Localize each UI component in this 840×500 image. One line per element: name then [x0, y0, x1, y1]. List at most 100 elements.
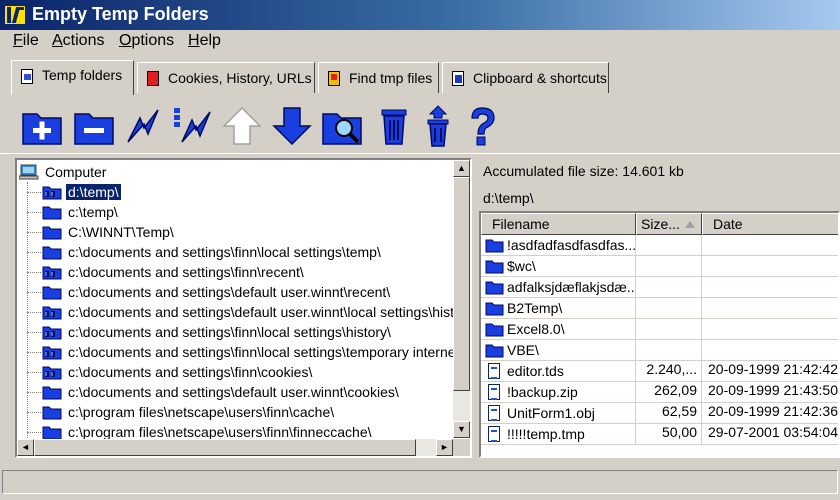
column-header-size[interactable]: Size... [636, 213, 702, 235]
file-list-row[interactable]: VBE\ [481, 340, 838, 361]
tree-item[interactable]: c:\documents and settings\default user.w… [17, 382, 455, 402]
scroll-left-button[interactable]: ◄ [17, 439, 34, 456]
tree-item[interactable]: c:\documents and settings\finn\cookies\ [17, 362, 455, 382]
file-list-row[interactable]: Excel8.0\ [481, 319, 838, 340]
folder-icon [485, 323, 504, 337]
accumulated-size-label: Accumulated file size: 14.601 kb [483, 163, 684, 179]
search-folder-icon[interactable] [320, 104, 364, 148]
help-icon[interactable] [460, 104, 504, 148]
tree-item[interactable]: c:\documents and settings\finn\local set… [17, 342, 455, 362]
column-header-filename[interactable]: Filename [481, 213, 636, 235]
tree-item[interactable]: c:\documents and settings\default user.w… [17, 302, 455, 322]
folder-trash-icon [42, 185, 62, 200]
file-list-row[interactable]: !asdfadfasdfasdfas... [481, 235, 838, 256]
file-name: adfalksjdæflakjsdæ... [507, 279, 636, 295]
folder-icon [42, 285, 62, 300]
folder-icon [42, 405, 62, 420]
toolbar [0, 100, 840, 152]
file-list[interactable]: Filename Size... Date !asdfadfasdfasdfas… [479, 211, 840, 458]
folder-trash-icon [42, 345, 62, 360]
tab-temp-folders[interactable]: Temp folders [11, 60, 134, 95]
trash-icon[interactable] [372, 104, 416, 148]
folder-icon [42, 425, 62, 440]
file-size [636, 319, 702, 340]
scroll-right-button[interactable]: ► [436, 439, 453, 456]
tree-horizontal-scrollbar[interactable]: ◄ ► [17, 439, 453, 456]
file-list-row[interactable]: B2Temp\ [481, 298, 838, 319]
status-panel [2, 470, 838, 494]
folder-icon [485, 302, 504, 316]
file-size [636, 298, 702, 319]
scroll-thumb[interactable] [453, 177, 470, 391]
folder-icon [42, 385, 62, 400]
current-path-label: d:\temp\ [483, 190, 534, 206]
menu-actions[interactable]: Actions [52, 32, 104, 50]
column-header-date[interactable]: Date [702, 213, 838, 235]
folder-icon [42, 205, 62, 220]
tree-vertical-scrollbar[interactable]: ▲ ▼ [453, 160, 470, 438]
file-date: 29-07-2001 03:54:04 [702, 424, 838, 445]
menu-file[interactable]: File [13, 32, 39, 50]
folder-tree[interactable]: Computer d:\temp\ c:\temp\ C:\WINNT\Temp\ c… [15, 158, 472, 458]
menu-options[interactable]: Options [119, 32, 174, 50]
file-name: VBE\ [507, 342, 539, 358]
trash-all-icon[interactable] [416, 104, 460, 148]
lightning-multiple-icon[interactable] [170, 104, 214, 148]
scroll-up-button[interactable]: ▲ [453, 160, 470, 177]
file-date [702, 256, 838, 277]
file-date [702, 340, 838, 361]
remove-folder-icon[interactable] [72, 104, 116, 148]
tree-item-label: c:\documents and settings\finn\cookies\ [68, 364, 313, 380]
tree-item-label: c:\temp\ [68, 204, 118, 220]
file-date [702, 298, 838, 319]
file-name: !asdfadfasdfasdfas... [507, 237, 636, 253]
tab-strip: Temp folders Cookies, History, URLs Find… [0, 60, 840, 154]
tab-label: Find tmp files [349, 70, 433, 86]
tree-item[interactable]: c:\documents and settings\finn\local set… [17, 322, 455, 342]
menu-help[interactable]: Help [188, 32, 221, 50]
file-list-row[interactable]: adfalksjdæflakjsdæ... [481, 277, 838, 298]
file-date: 20-09-1999 21:42:42 [702, 361, 838, 382]
lightning-icon[interactable] [122, 104, 166, 148]
file-name: !backup.zip [507, 384, 578, 400]
window-title: Empty Temp Folders [32, 4, 209, 24]
tree-item-label: c:\documents and settings\finn\recent\ [68, 264, 304, 280]
title-bar[interactable]: Empty Temp Folders [0, 0, 840, 30]
arrow-up-icon[interactable] [220, 104, 264, 148]
tree-item-label: c:\program files\netscape\users\finn\cac… [68, 404, 335, 420]
tree-item-label: C:\WINNT\Temp\ [68, 224, 174, 240]
scroll-down-button[interactable]: ▼ [453, 421, 470, 438]
tree-item[interactable]: c:\documents and settings\finn\local set… [17, 242, 455, 262]
red-page-icon [147, 71, 159, 86]
file-list-row[interactable]: UnitForm1.obj 62,59 20-09-1999 21:42:36 [481, 403, 838, 424]
file-name: !!!!!temp.tmp [507, 426, 585, 442]
folder-icon [485, 281, 504, 295]
file-list-row[interactable]: $wc\ [481, 256, 838, 277]
sort-ascending-icon [685, 221, 695, 228]
tab-clipboard-shortcuts[interactable]: Clipboard & shortcuts [442, 62, 609, 93]
scroll-thumb[interactable] [34, 439, 416, 456]
file-size [636, 256, 702, 277]
file-list-row[interactable]: !!!!!temp.tmp 50,00 29-07-2001 03:54:04 [481, 424, 838, 445]
file-date: 20-09-1999 21:43:50 [702, 382, 838, 403]
file-date [702, 235, 838, 256]
file-list-row[interactable]: !backup.zip 262,09 20-09-1999 21:43:50 [481, 382, 838, 403]
tree-item[interactable]: c:\program files\netscape\users\finn\cac… [17, 402, 455, 422]
tree-item-label: d:\temp\ [65, 183, 122, 201]
tree-item[interactable]: c:\documents and settings\finn\recent\ [17, 262, 455, 282]
tree-item[interactable]: c:\documents and settings\default user.w… [17, 282, 455, 302]
folder-icon [485, 344, 504, 358]
file-size: 50,00 [636, 424, 702, 445]
tree-item[interactable]: C:\WINNT\Temp\ [17, 222, 455, 242]
tab-label: Cookies, History, URLs [168, 70, 312, 86]
document-icon [488, 405, 500, 421]
file-name: B2Temp\ [507, 300, 563, 316]
tree-item[interactable]: d:\temp\ [17, 182, 455, 202]
file-list-row[interactable]: editor.tds 2.240,... 20-09-1999 21:42:42 [481, 361, 838, 382]
tree-item[interactable]: c:\temp\ [17, 202, 455, 222]
tab-cookies-history[interactable]: Cookies, History, URLs [137, 62, 315, 93]
add-folder-icon[interactable] [20, 104, 64, 148]
file-name: editor.tds [507, 363, 564, 379]
arrow-down-icon[interactable] [270, 104, 314, 148]
tab-find-tmp-files[interactable]: Find tmp files [318, 62, 439, 93]
